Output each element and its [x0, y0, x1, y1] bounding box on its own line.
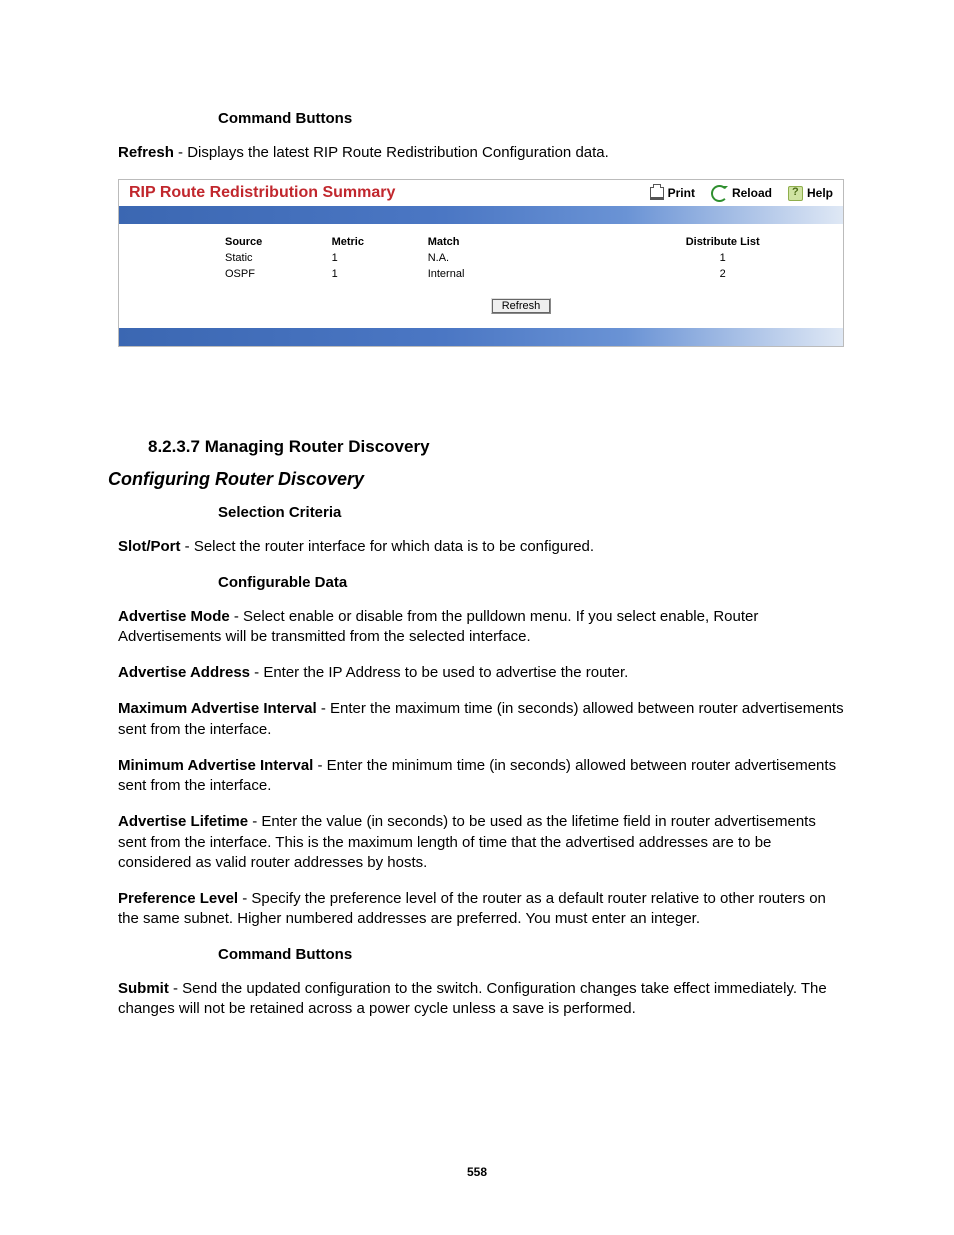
refresh-term: Refresh — [118, 144, 174, 161]
advertise-mode-para: Advertise Mode - Select enable or disabl… — [118, 607, 844, 648]
col-match: Match — [422, 234, 623, 250]
page-number: 558 — [0, 1165, 954, 1179]
section-number-title: 8.2.3.7 Managing Router Discovery — [148, 437, 844, 457]
configurable-data-heading: Configurable Data — [218, 574, 844, 591]
refresh-text: - Displays the latest RIP Route Redistri… — [174, 144, 609, 161]
refresh-button[interactable]: Refresh — [491, 298, 552, 314]
reload-label: Reload — [732, 186, 772, 200]
command-buttons-heading: Command Buttons — [218, 110, 844, 127]
slotport-text: - Select the router interface for which … — [181, 538, 595, 555]
cell-metric: 1 — [326, 250, 422, 266]
cell-match: Internal — [422, 266, 623, 282]
min-interval-para: Minimum Advertise Interval - Enter the m… — [118, 756, 844, 797]
table-row: OSPF 1 Internal 2 — [219, 266, 823, 282]
advertise-address-text: - Enter the IP Address to be used to adv… — [250, 664, 628, 681]
panel-top-bar — [119, 206, 843, 224]
cell-distribute: 1 — [622, 250, 823, 266]
preference-level-para: Preference Level - Specify the preferenc… — [118, 889, 844, 930]
reload-icon — [711, 185, 728, 202]
cell-distribute: 2 — [622, 266, 823, 282]
col-source: Source — [219, 234, 326, 250]
cell-metric: 1 — [326, 266, 422, 282]
help-label: Help — [807, 186, 833, 200]
preference-level-term: Preference Level — [118, 890, 238, 907]
panel-bottom-bar — [119, 328, 843, 346]
submit-term: Submit — [118, 980, 169, 997]
min-interval-term: Minimum Advertise Interval — [118, 757, 313, 774]
print-icon — [650, 187, 664, 200]
print-label: Print — [668, 186, 695, 200]
rip-summary-panel: RIP Route Redistribution Summary Print R… — [118, 179, 844, 347]
section-subtitle: Configuring Router Discovery — [108, 469, 844, 490]
max-interval-term: Maximum Advertise Interval — [118, 700, 317, 717]
advertise-address-para: Advertise Address - Enter the IP Address… — [118, 663, 844, 683]
max-interval-para: Maximum Advertise Interval - Enter the m… — [118, 699, 844, 740]
submit-text: - Send the updated configuration to the … — [118, 980, 827, 1017]
cell-match: N.A. — [422, 250, 623, 266]
table-row: Static 1 N.A. 1 — [219, 250, 823, 266]
reload-button[interactable]: Reload — [711, 185, 772, 202]
rip-summary-table: Source Metric Match Distribute List Stat… — [219, 234, 823, 282]
advertise-mode-term: Advertise Mode — [118, 608, 230, 625]
print-button[interactable]: Print — [650, 186, 695, 200]
cell-source: Static — [219, 250, 326, 266]
col-distribute: Distribute List — [622, 234, 823, 250]
col-metric: Metric — [326, 234, 422, 250]
advertise-lifetime-term: Advertise Lifetime — [118, 813, 248, 830]
advertise-address-term: Advertise Address — [118, 664, 250, 681]
slotport-term: Slot/Port — [118, 538, 181, 555]
advertise-lifetime-para: Advertise Lifetime - Enter the value (in… — [118, 812, 844, 873]
selection-criteria-heading: Selection Criteria — [218, 504, 844, 521]
slotport-para: Slot/Port - Select the router interface … — [118, 537, 844, 557]
refresh-description: Refresh - Displays the latest RIP Route … — [118, 143, 844, 163]
submit-para: Submit - Send the updated configuration … — [118, 979, 844, 1020]
panel-title: RIP Route Redistribution Summary — [129, 184, 395, 202]
cell-source: OSPF — [219, 266, 326, 282]
help-button[interactable]: Help — [788, 186, 833, 201]
help-icon — [788, 186, 803, 201]
panel-header: RIP Route Redistribution Summary Print R… — [119, 180, 843, 206]
command-buttons-2-heading: Command Buttons — [218, 946, 844, 963]
